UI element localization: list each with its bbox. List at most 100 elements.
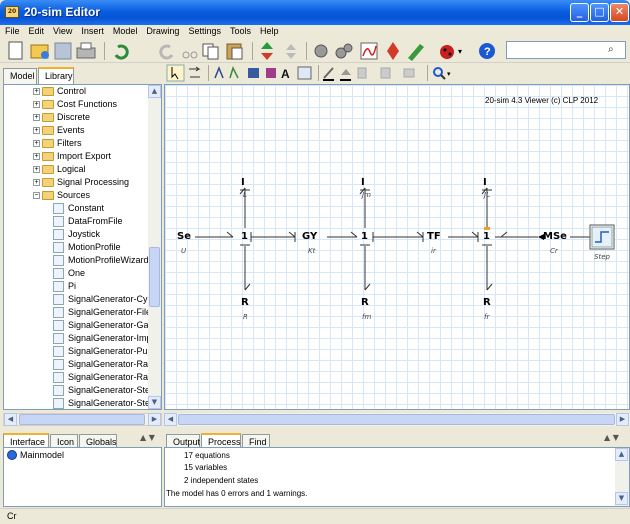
menu-view[interactable]: View [48, 25, 76, 36]
simulator-icon[interactable] [360, 42, 378, 60]
node-mse[interactable]: MSe [543, 231, 567, 242]
minimize-button[interactable]: _ [570, 3, 589, 22]
canvas-scroll-thumb[interactable] [178, 414, 615, 425]
line-icon[interactable] [214, 65, 224, 79]
tab-library[interactable]: Library [38, 67, 74, 84]
group-icon[interactable] [380, 67, 391, 79]
svg-text:▾: ▾ [447, 71, 451, 78]
undo-icon[interactable] [114, 44, 129, 60]
junction-1a[interactable]: 1 [241, 231, 248, 242]
node-r3[interactable]: R [483, 297, 491, 308]
step-label: Step [594, 253, 610, 261]
panel-nav-arrows[interactable]: ▲ ▼ [140, 433, 155, 442]
scroll-down-icon[interactable]: ▼ [148, 396, 161, 409]
node-i3[interactable]: I [483, 177, 487, 188]
node-r2[interactable]: R [361, 297, 369, 308]
menu-insert[interactable]: Insert [76, 25, 108, 36]
new-file-icon[interactable] [8, 41, 23, 60]
param-se: U [181, 247, 187, 255]
node-i1[interactable]: I [241, 177, 245, 188]
menu-model[interactable]: Model [108, 25, 142, 36]
tab-model[interactable]: Model [3, 68, 37, 84]
align-icon[interactable] [357, 67, 367, 79]
select-arrow-icon[interactable] [166, 64, 185, 82]
scroll-thumb-horizontal[interactable] [19, 414, 145, 425]
paste-icon[interactable] [226, 43, 243, 60]
window-title: 20-sim Editor [24, 5, 101, 19]
drawing-toolbar-icons: A ▾ [166, 64, 451, 82]
polyline-icon[interactable] [229, 65, 239, 79]
param-r3: fr [484, 313, 490, 321]
scroll-right-icon[interactable]: ▶ [148, 413, 161, 426]
model-canvas[interactable]: 20-sim 4.3 Viewer (c) CLP 2012 Se U 1 I … [164, 84, 630, 410]
maximize-button[interactable]: □ [590, 3, 609, 22]
canvas-scroll-right-icon[interactable]: ▶ [616, 413, 629, 426]
model-root-icon [7, 450, 17, 460]
text-icon[interactable]: A [281, 67, 290, 81]
compile-icon[interactable] [335, 43, 353, 59]
menu-help[interactable]: Help [255, 25, 283, 36]
junction-1b[interactable]: 1 [361, 231, 368, 242]
node-r1[interactable]: R [241, 297, 249, 308]
zoom-icon[interactable]: ▾ [433, 67, 451, 80]
junction-1c[interactable]: 1 [483, 231, 490, 242]
param-i2: Jm [362, 191, 371, 199]
connect-icon[interactable] [189, 66, 201, 78]
scroll-left-icon[interactable]: ◀ [4, 413, 17, 426]
cut-icon[interactable] [182, 51, 198, 59]
output-scroll-up-icon[interactable]: ▲ [615, 448, 628, 461]
causal-marker [484, 227, 490, 230]
check-model-icon[interactable] [314, 44, 328, 58]
print-icon[interactable] [76, 42, 96, 59]
output-nav-arrows[interactable]: ▲ ▼ [604, 433, 619, 442]
model-root-item[interactable]: Mainmodel [20, 450, 64, 460]
output-vertical-scrollbar[interactable]: ▲ ▼ [615, 448, 629, 506]
move-down-icon[interactable] [286, 44, 296, 59]
menu-bar: File Edit View Insert Model Drawing Settings To… [0, 25, 630, 39]
canvas-scroll-left-icon[interactable]: ◀ [164, 413, 177, 426]
animation-icon[interactable] [387, 42, 399, 60]
bond-graph [195, 187, 615, 291]
node-se[interactable]: Se [177, 231, 191, 242]
canvas-horizontal-scrollbar[interactable]: ◀ ▶ [164, 413, 630, 426]
output-scroll-down-icon[interactable]: ▼ [615, 492, 628, 505]
redo-icon[interactable] [159, 44, 174, 60]
node-i2[interactable]: I [361, 177, 365, 188]
ladybug-icon[interactable] [440, 45, 454, 59]
param-i3: JL [484, 191, 490, 199]
param-r2: fm [362, 313, 372, 321]
library-horizontal-scrollbar[interactable]: ◀ ▶ [3, 413, 162, 426]
output-line: 17 equations [184, 451, 230, 460]
copy-icon[interactable] [202, 43, 219, 60]
menu-tools[interactable]: Tools [225, 25, 255, 36]
help-icon[interactable]: ? [479, 43, 495, 59]
3d-animation-icon[interactable] [408, 44, 424, 61]
order-icon[interactable] [403, 68, 415, 78]
svg-text:▾: ▾ [458, 47, 462, 56]
node-gy[interactable]: GY [302, 231, 317, 242]
binoculars-icon[interactable]: ⌕ [608, 44, 614, 55]
param-r1: R [243, 313, 248, 321]
toolbar-icons: ▾ ? [8, 41, 495, 61]
rectangle-icon[interactable] [248, 68, 259, 78]
open-file-icon[interactable] [30, 44, 49, 59]
menu-drawing[interactable]: Drawing [141, 25, 183, 36]
move-up-icon[interactable] [261, 42, 273, 60]
ellipse-icon[interactable] [266, 68, 276, 78]
line-color-icon[interactable] [323, 67, 334, 81]
svg-text:A: A [281, 67, 290, 81]
app-logo-icon: 20 [5, 6, 19, 18]
close-button[interactable]: ✕ [610, 3, 629, 22]
menu-settings[interactable]: Settings [183, 25, 225, 36]
step-block[interactable] [589, 224, 615, 250]
scroll-thumb[interactable] [149, 247, 160, 307]
scroll-up-icon[interactable]: ▲ [148, 85, 161, 98]
library-vertical-scrollbar[interactable]: ▲ ▼ [148, 85, 161, 409]
fill-color-icon[interactable] [340, 69, 351, 81]
menu-edit[interactable]: Edit [24, 25, 49, 36]
save-icon[interactable] [54, 42, 72, 60]
menu-file[interactable]: File [0, 25, 24, 36]
image-icon[interactable] [297, 66, 312, 80]
node-tf[interactable]: TF [427, 231, 441, 242]
output-line: The model has 0 errors and 1 warnings. [166, 489, 308, 498]
